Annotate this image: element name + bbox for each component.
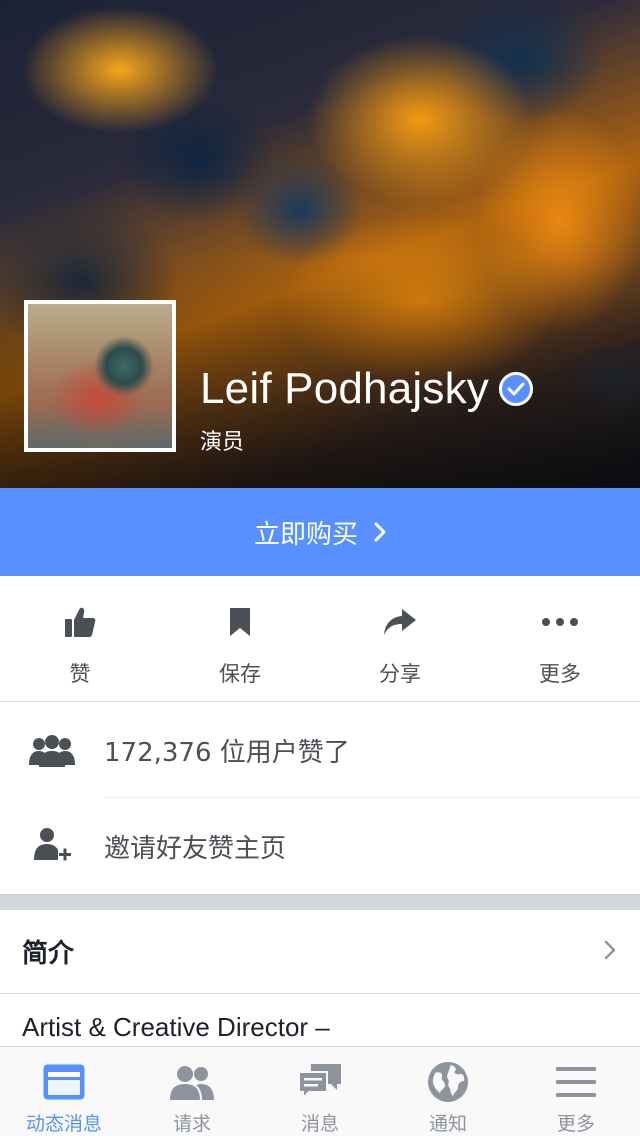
about-title: 简介	[22, 939, 75, 969]
shop-now-label: 立即购买	[253, 519, 358, 550]
profile-name: Leif Podhajsky	[200, 364, 489, 413]
tab-label: 动态消息	[25, 1113, 102, 1135]
people-icon	[0, 733, 104, 767]
tab-messages[interactable]: 消息	[256, 1047, 384, 1136]
like-label: 赞	[69, 662, 91, 686]
verified-badge-icon	[498, 372, 533, 406]
like-action[interactable]: 赞	[0, 576, 160, 701]
globe-icon	[427, 1061, 469, 1103]
likes-count-row[interactable]: 172,376 位用户赞了	[0, 702, 640, 798]
tab-news-feed[interactable]: 动态消息	[0, 1047, 128, 1136]
profile-avatar[interactable]	[24, 300, 176, 452]
tab-more[interactable]: 更多	[512, 1047, 640, 1136]
bookmark-icon	[228, 604, 252, 640]
shop-now-button[interactable]: 立即购买	[0, 488, 640, 576]
invite-friends-text: 邀请好友赞主页	[104, 833, 287, 864]
section-divider	[0, 894, 640, 910]
share-icon	[382, 604, 418, 640]
more-action[interactable]: 更多	[480, 576, 640, 701]
profile-name-row: Leif Podhajsky	[200, 364, 533, 414]
share-label: 分享	[379, 662, 421, 686]
thumbs-up-icon	[63, 604, 97, 640]
more-dots-icon	[541, 604, 579, 640]
more-label: 更多	[539, 662, 581, 686]
chevron-right-icon	[374, 522, 386, 542]
tab-label: 更多	[556, 1113, 595, 1135]
bottom-tab-bar: 动态消息 请求 消息 通知 更多	[0, 1046, 640, 1136]
save-label: 保存	[219, 662, 261, 686]
save-action[interactable]: 保存	[160, 576, 320, 701]
about-section-header[interactable]: 简介	[0, 910, 640, 994]
invite-friends-row[interactable]: 邀请好友赞主页	[0, 798, 640, 894]
messages-icon	[297, 1061, 343, 1103]
profile-category: 演员	[200, 430, 245, 455]
tab-label: 请求	[172, 1113, 211, 1135]
menu-icon	[556, 1061, 596, 1103]
tab-label: 消息	[300, 1113, 339, 1135]
tab-requests[interactable]: 请求	[128, 1047, 256, 1136]
news-feed-icon	[42, 1061, 86, 1103]
add-person-icon	[0, 826, 104, 866]
friend-requests-icon	[168, 1061, 216, 1103]
tab-label: 通知	[428, 1113, 467, 1135]
likes-count-text: 172,376 位用户赞了	[104, 737, 350, 768]
page-actions: 赞 保存 分享 更多	[0, 576, 640, 702]
tab-notifications[interactable]: 通知	[384, 1047, 512, 1136]
about-description: Artist & Creative Director –	[22, 1012, 330, 1042]
share-action[interactable]: 分享	[320, 576, 480, 701]
chevron-right-icon	[604, 940, 616, 964]
